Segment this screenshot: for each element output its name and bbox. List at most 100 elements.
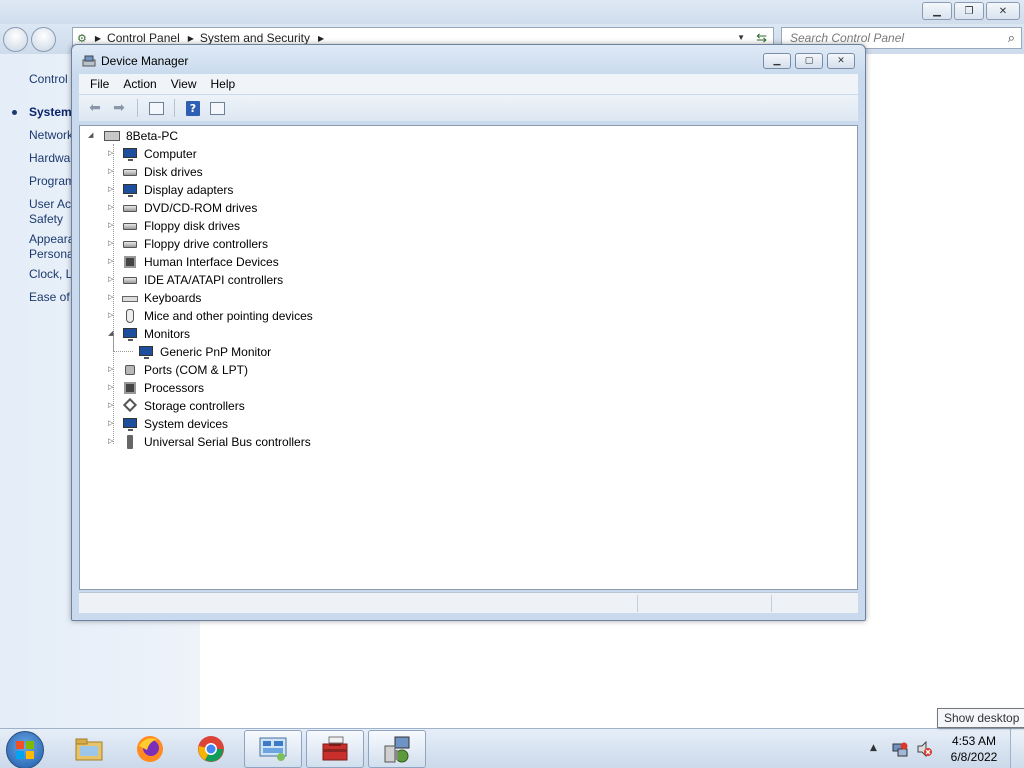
tree-item[interactable]: ◢ Monitors <box>108 325 190 343</box>
tree-item[interactable]: ▷ Human Interface Devices <box>108 253 279 271</box>
tree-item-label: Storage controllers <box>144 399 245 413</box>
menu-view[interactable]: View <box>164 77 204 91</box>
device-manager-window: Device Manager ▁ ▢ ✕ File Action View He… <box>71 44 866 621</box>
status-bar <box>79 592 858 613</box>
forward-arrow-icon[interactable]: ➡ <box>109 99 129 117</box>
help-icon[interactable]: ? <box>183 99 203 117</box>
tree-item[interactable]: ▷ Keyboards <box>108 289 201 307</box>
expand-icon[interactable]: ▷ <box>108 150 116 158</box>
tree-item[interactable]: ▷ IDE ATA/ATAPI controllers <box>108 271 283 289</box>
sidebar-item-control-panel-home[interactable]: Control <box>29 72 68 86</box>
device-tree[interactable]: ◢ 8Beta-PC ▷ Computer ▷ Disk drives ▷ Display… <box>79 125 858 590</box>
expand-icon[interactable]: ▷ <box>108 276 116 284</box>
mouse-icon <box>122 309 138 323</box>
tree-item[interactable]: ▷ Disk drives <box>108 163 203 181</box>
show-hidden-icons-icon[interactable]: ▲ <box>870 743 877 753</box>
restore-icon[interactable]: ❐ <box>954 2 984 20</box>
window-title: Device Manager <box>101 54 189 68</box>
breadcrumb-control-panel[interactable]: Control Panel <box>107 31 180 45</box>
control-panel-caption-buttons: ▁ ❐ ✕ <box>922 2 1020 20</box>
tree-item[interactable]: ▷ Storage controllers <box>108 397 245 415</box>
tree-item[interactable]: ▷ Processors <box>108 379 204 397</box>
tree-item[interactable]: ▷ Display adapters <box>108 181 233 199</box>
sidebar-item-user-accounts[interactable]: User Acc <box>29 197 77 211</box>
show-desktop-button[interactable] <box>1010 729 1024 768</box>
tree-item-label: Floppy disk drives <box>144 219 241 233</box>
tree-item[interactable]: ▷ Floppy disk drives <box>108 217 240 235</box>
tree-child-item[interactable]: Generic PnP Monitor <box>138 343 271 361</box>
sidebar-item-appearance[interactable]: Appeara <box>29 232 74 246</box>
network-icon[interactable] <box>892 741 908 757</box>
status-cell <box>637 595 638 612</box>
tree-item[interactable]: ▷ DVD/CD-ROM drives <box>108 199 257 217</box>
chrome-icon[interactable] <box>182 730 240 768</box>
expand-icon[interactable]: ▷ <box>108 258 116 266</box>
maximize-icon[interactable]: ▢ <box>795 53 823 69</box>
properties-icon[interactable] <box>146 99 166 117</box>
tree-item-label: Computer <box>144 147 197 161</box>
expand-icon[interactable]: ▷ <box>108 204 116 212</box>
tree-item[interactable]: ▷ Mice and other pointing devices <box>108 307 313 325</box>
back-arrow-icon[interactable]: ⬅ <box>85 99 105 117</box>
expand-icon[interactable]: ▷ <box>108 312 116 320</box>
firefox-icon[interactable] <box>121 730 179 768</box>
ide-controller-icon <box>122 273 138 287</box>
close-icon[interactable]: ✕ <box>986 2 1020 20</box>
minimize-icon[interactable]: ▁ <box>763 53 791 69</box>
device-manager-icon[interactable] <box>368 730 426 768</box>
collapse-icon[interactable]: ◢ <box>108 330 116 338</box>
back-button[interactable] <box>3 27 28 52</box>
tree-item-label: Display adapters <box>144 183 234 197</box>
start-button[interactable] <box>6 731 44 768</box>
collapse-icon[interactable]: ◢ <box>88 132 96 140</box>
sidebar-item-clock[interactable]: Clock, L <box>29 267 72 281</box>
tree-item-label: Human Interface Devices <box>144 255 279 269</box>
expand-icon[interactable]: ▷ <box>108 438 116 446</box>
tree-item[interactable]: ▷ Universal Serial Bus controllers <box>108 433 311 451</box>
tree-item[interactable]: ▷ Ports (COM & LPT) <box>108 361 248 379</box>
volume-muted-icon[interactable] <box>916 741 932 757</box>
chevron-down-icon[interactable]: ▼ <box>737 33 745 42</box>
expand-icon[interactable]: ▷ <box>108 168 116 176</box>
sidebar-item-system-and-security[interactable]: System <box>29 105 72 119</box>
show-hide-console-tree-icon[interactable] <box>207 99 227 117</box>
toolbar-separator <box>137 99 138 117</box>
menu-file[interactable]: File <box>83 77 116 91</box>
sidebar-item-programs[interactable]: Program <box>29 174 75 188</box>
tree-item-label: Disk drives <box>144 165 203 179</box>
minimize-icon[interactable]: ▁ <box>922 2 952 20</box>
sidebar-item-appearance-line2[interactable]: Persona <box>29 247 74 261</box>
breadcrumb-system-and-security[interactable]: System and Security <box>200 31 310 45</box>
sidebar-item-network[interactable]: Network <box>29 128 73 142</box>
windows-explorer-icon[interactable] <box>60 730 118 768</box>
sidebar-item-hardware[interactable]: Hardwa <box>29 151 70 165</box>
status-cell <box>771 595 772 612</box>
tree-item[interactable]: ▷ Floppy drive controllers <box>108 235 268 253</box>
expand-icon[interactable]: ▷ <box>108 294 116 302</box>
search-icon[interactable]: ⌕ <box>1008 30 1015 46</box>
sidebar-item-user-accounts-line2[interactable]: Safety <box>29 212 63 226</box>
menu-action[interactable]: Action <box>116 77 163 91</box>
system-device-icon <box>122 417 138 431</box>
device-manager-caption-buttons: ▁ ▢ ✕ <box>763 53 855 69</box>
tree-root[interactable]: ◢ 8Beta-PC <box>88 127 178 145</box>
expand-icon[interactable]: ▷ <box>108 366 116 374</box>
forward-button[interactable] <box>31 27 56 52</box>
expand-icon[interactable]: ▷ <box>108 222 116 230</box>
computer-icon <box>104 129 120 143</box>
device-manager-titlebar[interactable]: Device Manager ▁ ▢ ✕ <box>72 45 865 75</box>
expand-icon[interactable]: ▷ <box>108 402 116 410</box>
expand-icon[interactable]: ▷ <box>108 384 116 392</box>
system-clock[interactable]: 4:53 AM 6/8/2022 <box>944 733 1004 765</box>
expand-icon[interactable]: ▷ <box>108 240 116 248</box>
close-icon[interactable]: ✕ <box>827 53 855 69</box>
tree-line <box>113 351 133 352</box>
tree-item-label: Ports (COM & LPT) <box>144 363 249 377</box>
expand-icon[interactable]: ▷ <box>108 186 116 194</box>
toolbox-icon[interactable] <box>306 730 364 768</box>
expand-icon[interactable]: ▷ <box>108 420 116 428</box>
tree-item[interactable]: ▷ Computer <box>108 145 197 163</box>
tree-item[interactable]: ▷ System devices <box>108 415 228 433</box>
menu-help[interactable]: Help <box>204 77 243 91</box>
control-panel-icon[interactable] <box>244 730 302 768</box>
